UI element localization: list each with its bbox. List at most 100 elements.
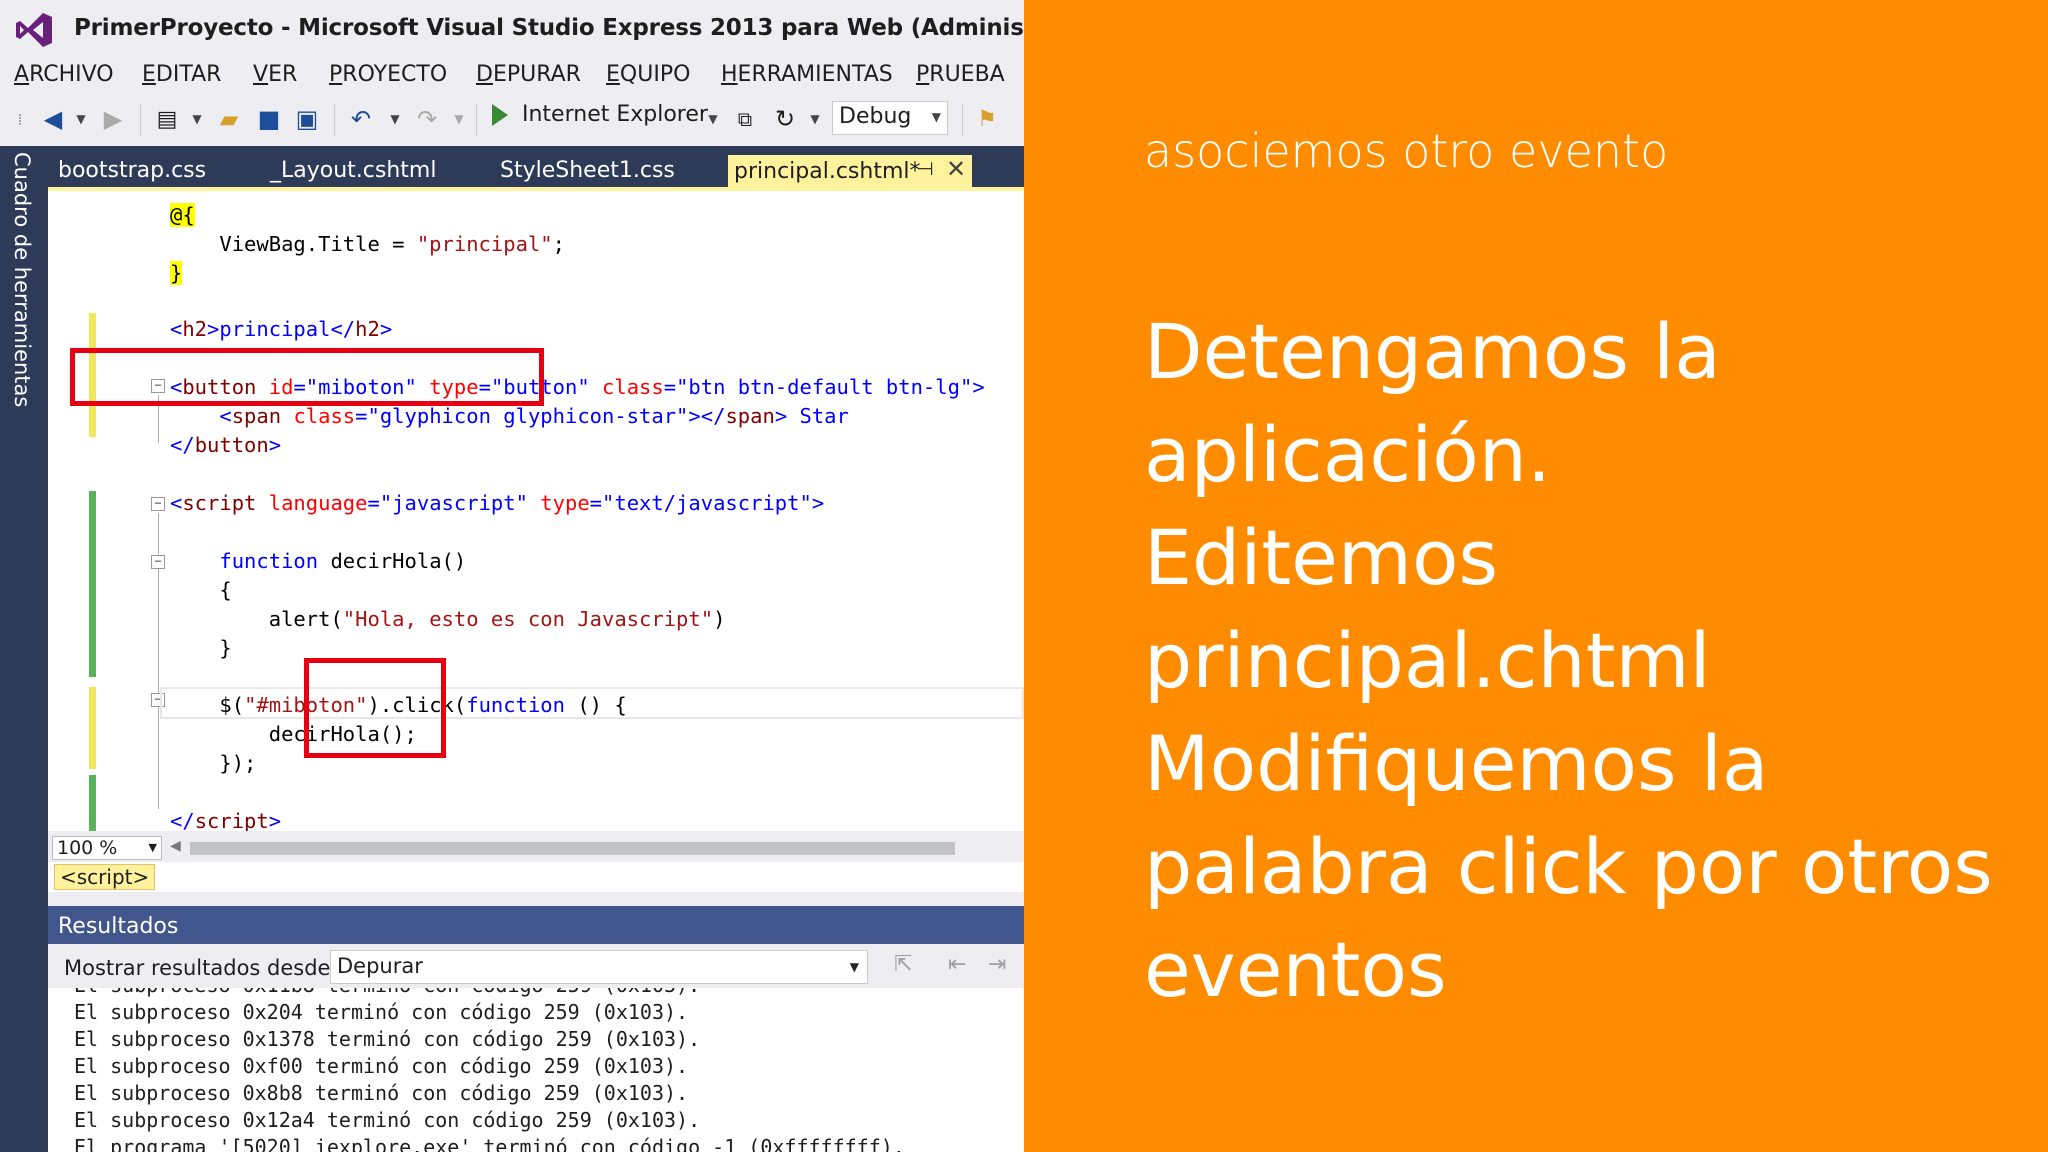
- breadcrumb-bar: [48, 862, 1024, 892]
- toolbar-separator: [476, 104, 477, 136]
- save-all-icon[interactable]: ▣: [292, 102, 322, 136]
- code-line-4: <h2>principal</h2>: [170, 317, 393, 341]
- code-line-7: </button>: [170, 433, 282, 457]
- back-icon[interactable]: ◀: [38, 102, 68, 136]
- run-button[interactable]: Internet Explorer: [492, 102, 708, 127]
- redo-dropdown-icon[interactable]: ▼: [452, 102, 466, 136]
- tab-label: principal.cshtml*: [734, 159, 921, 184]
- undo-icon[interactable]: ↶: [346, 102, 376, 136]
- code-line-10: {: [170, 578, 232, 602]
- output-panel-header: [48, 906, 1024, 944]
- zoom-select[interactable]: 100 % ▼: [52, 836, 162, 860]
- open-file-icon[interactable]: ▰: [214, 102, 244, 136]
- code-line-2: ViewBag.Title = "principal";: [170, 232, 565, 256]
- menu-ver[interactable]: VER: [253, 62, 297, 87]
- forward-icon[interactable]: ▶: [98, 102, 128, 136]
- code-line-11: alert("Hola, esto es con Javascript"): [170, 607, 726, 631]
- code-line-6: <span class="glyphicon glyphicon-star"><…: [170, 404, 849, 428]
- output-line: El programa '[5020] iexplore.exe' termin…: [74, 1135, 905, 1152]
- solution-configuration-select[interactable]: Debug ▼: [832, 101, 948, 135]
- chevron-down-icon: ▼: [148, 841, 157, 854]
- visual-studio-logo-icon: [16, 13, 52, 47]
- fold-toggle[interactable]: −: [151, 497, 165, 511]
- browser-link-icon[interactable]: ⧉: [730, 102, 760, 136]
- chevron-down-icon: ▼: [849, 960, 859, 974]
- new-project-icon[interactable]: ▤: [152, 102, 182, 136]
- highlight-box-button-id: [70, 348, 544, 406]
- tab-layout-cshtml[interactable]: _Layout.cshtml: [270, 158, 436, 183]
- title-bar: PrimerProyecto - Microsoft Visual Studio…: [0, 0, 1024, 58]
- window-title: PrimerProyecto - Microsoft Visual Studio…: [74, 15, 1024, 41]
- slide-line: Editemos: [1144, 513, 1499, 602]
- chevron-down-icon: ▼: [931, 110, 941, 124]
- code-line-16: </script>: [170, 809, 282, 831]
- toolbar-separator: [962, 104, 963, 136]
- configuration-value: Debug: [839, 104, 912, 129]
- menu-bar: ARCHIVO EDITAR VER PROYECTO DEPURAR EQUI…: [0, 58, 1024, 94]
- find-in-files-icon[interactable]: ⚑: [972, 102, 1002, 136]
- refresh-dropdown-icon[interactable]: ▼: [808, 102, 822, 136]
- panel-splitter[interactable]: [48, 892, 1024, 906]
- back-dropdown-icon[interactable]: ▼: [74, 102, 88, 136]
- slide-line: aplicación.: [1144, 410, 1552, 499]
- redo-icon[interactable]: ↷: [412, 102, 442, 136]
- output-line: El subproceso 0xf00 terminó con código 2…: [74, 1054, 689, 1078]
- scroll-left-icon[interactable]: ◀: [170, 838, 181, 854]
- menu-depurar[interactable]: DEPURAR: [476, 62, 581, 87]
- toolbox-tab[interactable]: Cuadro de herramientas: [10, 152, 34, 407]
- visual-studio-window: PrimerProyecto - Microsoft Visual Studio…: [0, 0, 1024, 1152]
- menu-prueba[interactable]: PRUEBA: [916, 62, 1005, 87]
- show-output-from-select[interactable]: Depurar ▼: [330, 950, 868, 984]
- output-line: El subproceso 0x204 terminó con código 2…: [74, 1000, 689, 1024]
- output-line: El subproceso 0x1378 terminó con código …: [74, 1027, 701, 1051]
- new-project-dropdown-icon[interactable]: ▼: [190, 102, 204, 136]
- toolbar-separator: [140, 104, 141, 136]
- toolbar-grip-icon: ⁞: [17, 109, 23, 129]
- code-editor[interactable]: − − − − @{ ViewBag.Title = "principal"; …: [48, 191, 1024, 831]
- code-line-1: @{: [170, 203, 195, 227]
- output-text-area[interactable]: El subproceso 0x11b8 terminó con código …: [48, 988, 1024, 1152]
- close-icon[interactable]: ✕: [946, 155, 966, 183]
- save-icon[interactable]: ■: [254, 102, 284, 136]
- pin-icon[interactable]: ⊣: [918, 159, 934, 180]
- refresh-icon[interactable]: ↻: [770, 102, 800, 136]
- slide-line: Modifiquemos la: [1144, 719, 1769, 808]
- run-target-dropdown-icon[interactable]: ▼: [706, 102, 720, 136]
- toolbar-separator: [334, 104, 335, 136]
- output-panel-title: Resultados: [58, 914, 179, 939]
- change-marker-saved: [89, 491, 96, 677]
- menu-herramientas[interactable]: HERRAMIENTAS: [721, 62, 893, 87]
- menu-editar[interactable]: EDITAR: [142, 62, 221, 87]
- slide-line: eventos: [1144, 925, 1447, 1014]
- code-line-12: }: [170, 636, 232, 660]
- highlight-box-click: [304, 658, 446, 758]
- menu-archivo[interactable]: ARCHIVO: [14, 62, 114, 87]
- code-line-8: <script language="javascript" type="text…: [170, 491, 825, 515]
- previous-message-icon[interactable]: ⇤: [948, 952, 966, 977]
- slide-body: Detengamos la aplicación. Editemos princ…: [1144, 300, 2004, 1021]
- menu-equipo[interactable]: EQUIPO: [606, 62, 690, 87]
- play-icon: [492, 103, 508, 126]
- tab-bootstrap-css[interactable]: bootstrap.css: [58, 158, 206, 183]
- show-output-from-label: Mostrar resultados desde:: [64, 956, 338, 980]
- show-output-from-value: Depurar: [337, 954, 423, 978]
- breadcrumb[interactable]: <script>: [54, 864, 156, 890]
- run-target-label: Internet Explorer: [522, 102, 708, 127]
- horizontal-scrollbar[interactable]: [190, 842, 955, 855]
- change-marker-unsaved: [89, 687, 96, 769]
- slide-subtitle: asociemos otro evento: [1144, 124, 1669, 178]
- slide-line: principal.chtml: [1144, 616, 1711, 705]
- undo-dropdown-icon[interactable]: ▼: [388, 102, 402, 136]
- tab-principal-cshtml[interactable]: principal.cshtml* ⊣ ✕: [728, 155, 972, 190]
- output-line: El subproceso 0x12a4 terminó con código …: [74, 1108, 701, 1132]
- menu-proyecto[interactable]: PROYECTO: [329, 62, 447, 87]
- find-message-icon[interactable]: ⇱: [894, 952, 912, 977]
- zoom-value: 100 %: [57, 837, 118, 859]
- output-line: El subproceso 0x11b8 terminó con código …: [74, 988, 700, 997]
- code-line-15: });: [170, 751, 257, 775]
- tab-stylesheet1-css[interactable]: StyleSheet1.css: [500, 158, 675, 183]
- fold-toggle[interactable]: −: [151, 555, 165, 569]
- change-marker-saved: [89, 775, 96, 831]
- next-message-icon[interactable]: ⇥: [988, 952, 1006, 977]
- output-line: El subproceso 0x8b8 terminó con código 2…: [74, 1081, 689, 1105]
